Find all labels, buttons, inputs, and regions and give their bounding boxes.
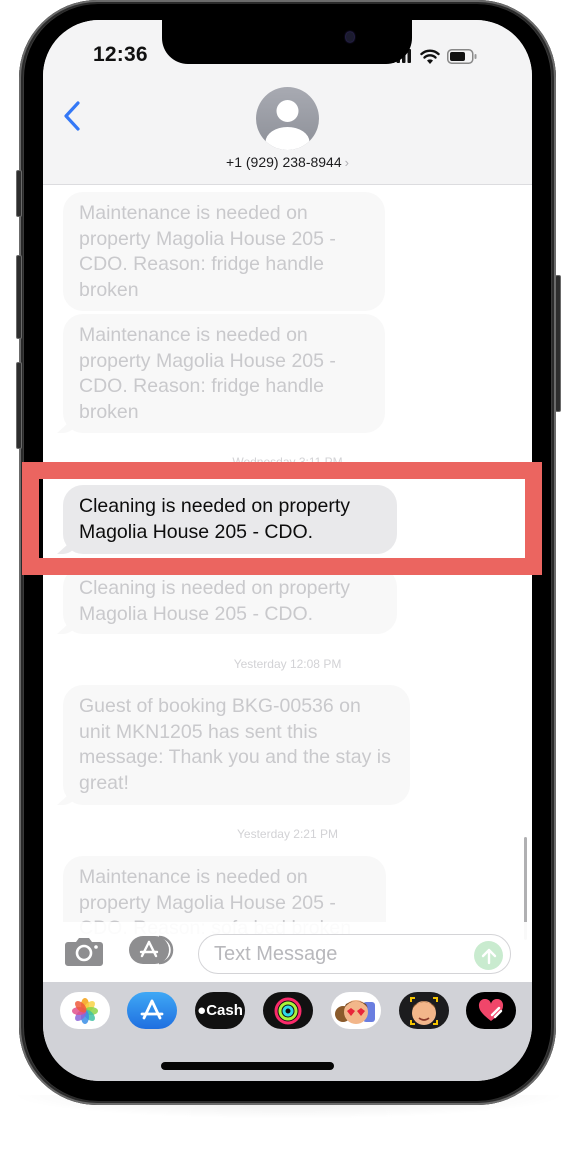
message-input-bar	[43, 922, 532, 982]
memoji-icon	[410, 996, 438, 1025]
contact-avatar[interactable]	[256, 87, 319, 150]
wifi-icon	[420, 49, 440, 64]
message-bubble[interactable]: Maintenance is needed on property Magoli…	[63, 314, 385, 433]
app-memoji[interactable]	[399, 992, 449, 1029]
message-input[interactable]	[198, 934, 511, 974]
app-store-icon	[129, 935, 174, 965]
message-bubble[interactable]: Guest of booking BKG-00536 on unit MKN12…	[63, 685, 410, 805]
app-apple-cash[interactable]: ●Cash	[195, 992, 245, 1029]
back-button[interactable]	[61, 98, 85, 134]
chevron-right-icon: ›	[344, 155, 349, 170]
activity-rings-icon	[274, 997, 302, 1024]
app-store-button[interactable]	[129, 935, 177, 965]
timestamp: Wednesday 3:11 PM	[232, 455, 343, 469]
message-list[interactable]: Maintenance is needed on property Magoli…	[43, 185, 532, 966]
volume-down-button	[16, 362, 22, 449]
contact-phone-number: +1 (929) 238-8944	[226, 154, 342, 170]
power-button	[555, 275, 561, 412]
app-app-store[interactable]	[127, 992, 177, 1029]
apple-cash-label: Cash	[206, 1002, 243, 1019]
person-placeholder-icon	[265, 100, 310, 150]
timestamp: Yesterday 12:08 PM	[233, 657, 342, 671]
phone-screen: 12:36 +1 (929) 238-8944 › Maintenance is…	[43, 20, 532, 1081]
photos-icon	[72, 997, 98, 1024]
action-button	[16, 170, 22, 217]
battery-icon	[447, 48, 477, 64]
status-time: 12:36	[93, 43, 148, 66]
timestamp: Yesterday 2:21 PM	[237, 827, 338, 841]
send-button[interactable]	[474, 941, 503, 970]
chevron-left-icon	[64, 101, 80, 131]
app-digital-touch[interactable]	[466, 992, 516, 1029]
message-bubble-highlighted[interactable]: Cleaning is needed on property Magolia H…	[63, 485, 397, 554]
camera-button[interactable]	[65, 936, 103, 966]
apple-cash-icon: ●Cash	[197, 1002, 243, 1019]
heart-icon	[478, 998, 504, 1021]
home-indicator[interactable]	[161, 1062, 334, 1070]
arrow-up-icon	[481, 948, 496, 964]
app-store-icon	[140, 999, 164, 1019]
camera-icon	[65, 938, 103, 966]
notch	[162, 20, 412, 64]
message-bubble[interactable]: Maintenance is needed on property Magoli…	[63, 192, 385, 311]
app-photos[interactable]	[60, 992, 110, 1029]
contact-name[interactable]: +1 (929) 238-8944 ›	[43, 154, 532, 170]
volume-up-button	[16, 255, 22, 339]
message-bubble[interactable]: Cleaning is needed on property Magolia H…	[63, 567, 397, 634]
app-activity[interactable]	[263, 992, 313, 1029]
front-camera	[346, 32, 354, 42]
app-memoji-stickers[interactable]	[331, 992, 381, 1029]
memoji-stickers-icon	[335, 999, 375, 1024]
